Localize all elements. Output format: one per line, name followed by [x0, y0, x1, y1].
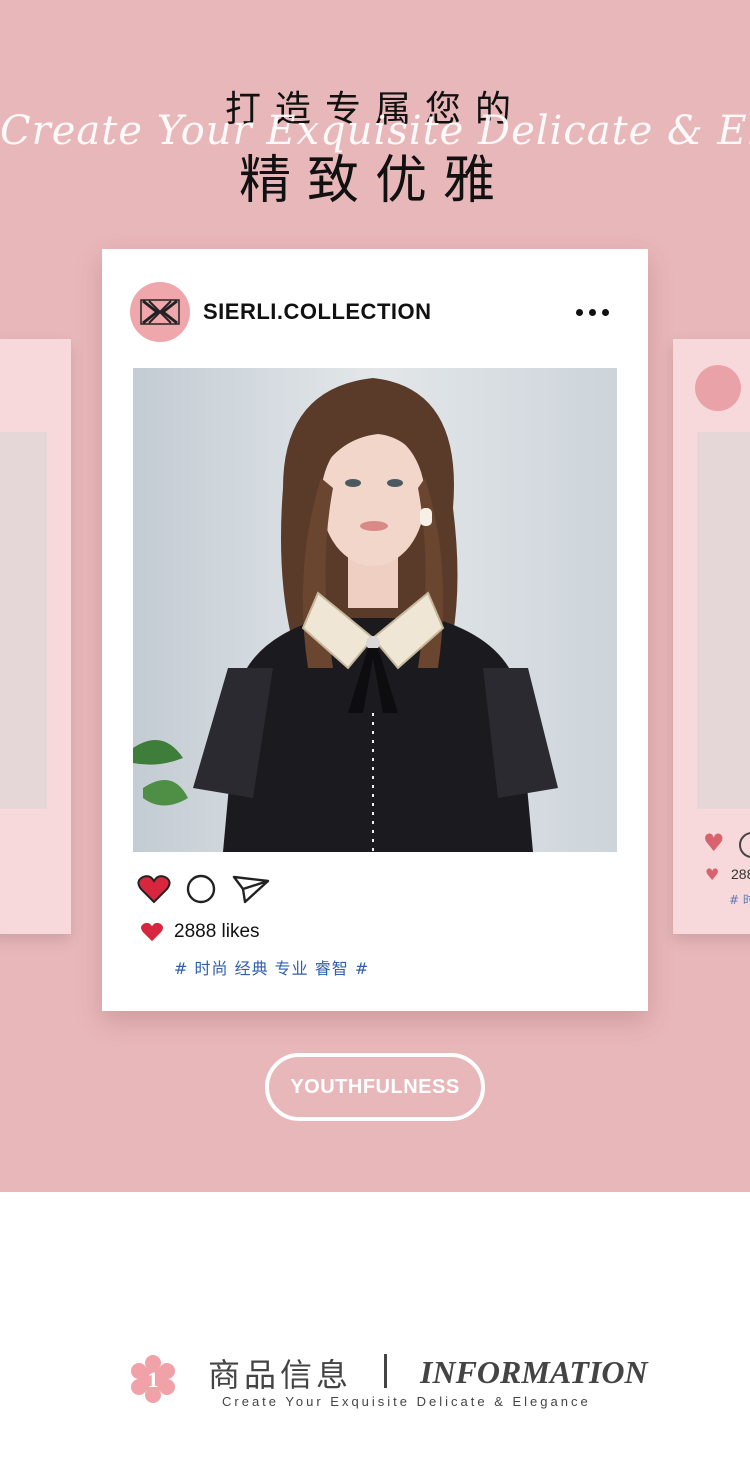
post-hashtags[interactable]: # 时尚 经典 专业 睿智 #	[174, 955, 369, 979]
post-username[interactable]: SIERLI.COLLECTION	[203, 299, 432, 325]
likes-count: 2888 likes	[174, 921, 260, 942]
right-preview-likes: 288	[731, 866, 750, 882]
section-number: 1	[148, 1367, 159, 1392]
sierli-logo-icon	[140, 299, 180, 325]
heart-icon: ♥	[703, 829, 725, 857]
right-preview-tags: # 时	[729, 893, 750, 907]
heart-icon	[141, 922, 163, 942]
info-title-en: INFORMATION	[420, 1354, 648, 1390]
youthfulness-badge[interactable]: YOUTHFULNESS	[265, 1053, 485, 1121]
more-dots-icon[interactable]	[576, 303, 612, 321]
heart-icon: ♥	[705, 865, 720, 884]
info-title-cn: 商品信息	[208, 1356, 353, 1394]
comment-circle-icon	[739, 832, 750, 858]
hero-section: 打造专属您的 Create Your Exquisite Delicate & …	[0, 0, 750, 1192]
post-photo[interactable]	[133, 368, 617, 852]
post-actions	[137, 873, 271, 905]
heart-icon[interactable]	[137, 874, 171, 904]
headline-line2: 精致优雅	[238, 151, 511, 211]
comment-circle-icon[interactable]	[185, 873, 217, 905]
right-preview-avatar	[695, 365, 741, 411]
info-section-header: 1 商品信息 INFORMATION Create Your Exquisite…	[0, 1340, 750, 1420]
right-preview-image	[697, 432, 750, 809]
likes-row: 2888 likes	[140, 921, 260, 943]
right-preview-card[interactable]: ♥ ♥ 288 # 时	[673, 339, 750, 934]
divider	[384, 1354, 387, 1388]
left-preview-card[interactable]	[0, 339, 71, 934]
info-subtitle: Create Your Exquisite Delicate & Eleganc…	[222, 1394, 591, 1409]
post-card: SIERLI.COLLECTION 2888 likes # 时尚 经典 专业 …	[102, 249, 648, 1011]
avatar[interactable]	[130, 282, 190, 342]
paper-plane-icon[interactable]	[231, 873, 271, 905]
flower-number-icon: 1	[131, 1355, 175, 1403]
left-preview-image	[0, 432, 47, 809]
model-illustration	[133, 368, 617, 852]
youthfulness-label: YOUTHFULNESS	[290, 1075, 460, 1098]
